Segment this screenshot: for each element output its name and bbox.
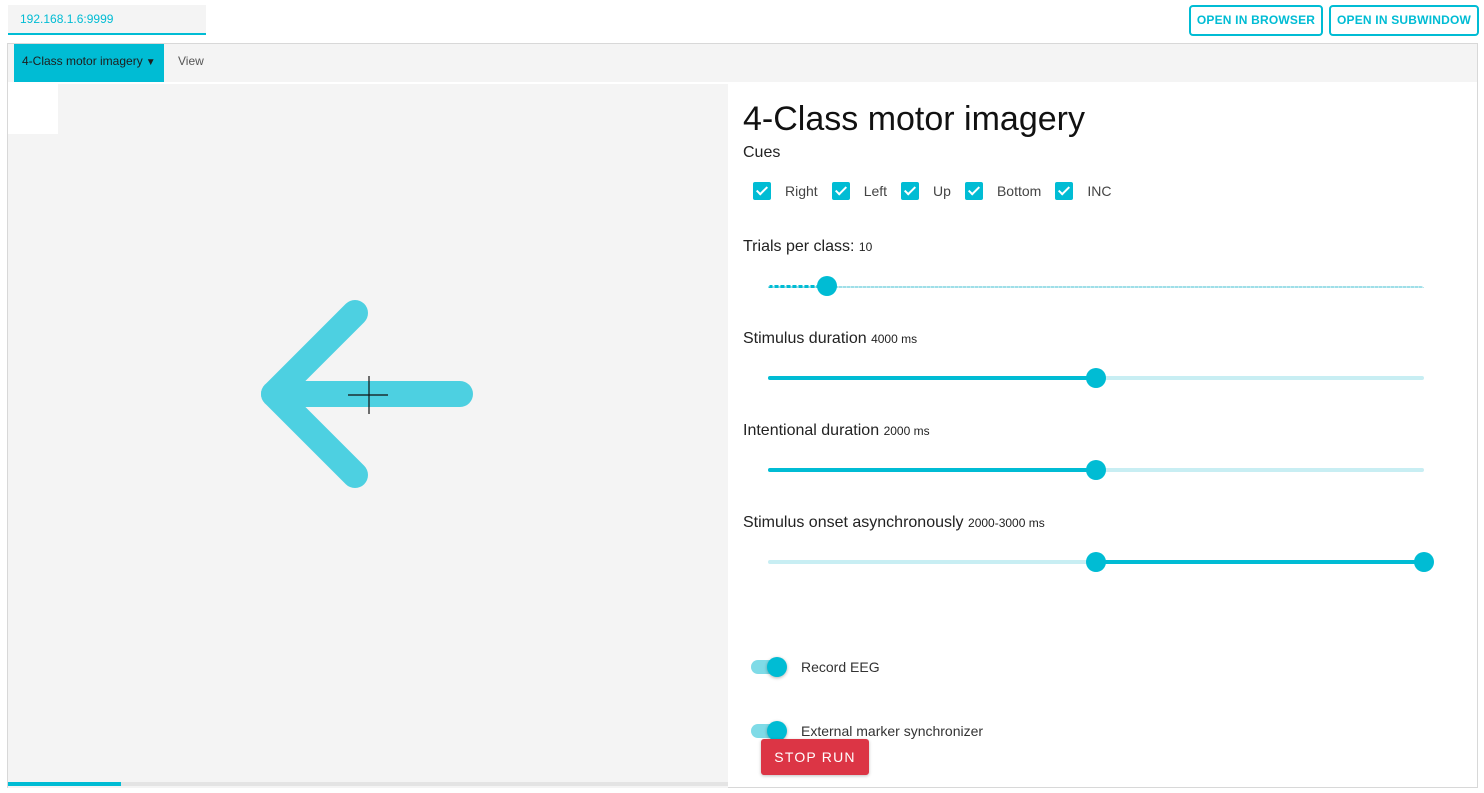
trials-per-class-label: Trials per class: 10 <box>743 238 872 256</box>
stimulus-onset-label-text: Stimulus onset asynchronously <box>743 514 964 531</box>
slider-fill <box>768 376 1096 380</box>
record-eeg-toggle[interactable]: Record EEG <box>751 655 880 679</box>
trials-label-text: Trials per class: <box>743 238 855 255</box>
cue-label-bottom: Bottom <box>996 183 1042 199</box>
tab-bar: 4-Class motor imagery ▼ View <box>8 44 1477 82</box>
slider-thumb[interactable] <box>1086 368 1106 388</box>
range-thumb-high[interactable] <box>1414 552 1434 572</box>
stimulus-onset-range-slider[interactable] <box>768 552 1434 572</box>
stimulus-onset-value: 2000-3000 ms <box>968 516 1045 530</box>
record-eeg-label: Record EEG <box>801 659 880 675</box>
stimulus-duration-slider[interactable] <box>768 368 1424 388</box>
cue-label-left: Left <box>863 183 888 199</box>
caret-down-icon: ▼ <box>145 57 156 68</box>
record-eeg-switch[interactable] <box>751 655 787 679</box>
app-frame: 4-Class motor imagery ▼ View 4-Class moto… <box>7 43 1478 788</box>
cue-label-inc: INC <box>1087 183 1112 199</box>
intentional-duration-label: Intentional duration 2000 ms <box>743 422 930 440</box>
url-input[interactable]: 192.168.1.6:9999 <box>8 5 206 35</box>
slider-track <box>768 286 1424 288</box>
slider-fill <box>768 468 1096 472</box>
tab-view[interactable]: View <box>178 44 204 78</box>
stimulus-duration-value: 4000 ms <box>871 332 918 346</box>
stimulus-duration-label-text: Stimulus duration <box>743 330 867 347</box>
cue-up[interactable]: Up <box>901 182 951 200</box>
range-thumb-low[interactable] <box>1086 552 1106 572</box>
cue-label-up: Up <box>933 183 951 199</box>
settings-panel: 4-Class motor imagery Cues Right Left Up… <box>743 84 1473 784</box>
run-progress-bar <box>8 782 728 786</box>
stimulus-stage <box>8 84 728 788</box>
intentional-duration-slider[interactable] <box>768 460 1424 480</box>
checkbox-right[interactable] <box>753 182 771 200</box>
cue-label-right: Right <box>785 183 818 199</box>
cue-bottom[interactable]: Bottom <box>964 182 1042 200</box>
tab-label: 4-Class motor imagery <box>22 54 143 68</box>
trials-value: 10 <box>858 240 873 254</box>
checkbox-inc[interactable] <box>1055 182 1074 200</box>
run-progress-fill <box>8 782 122 786</box>
cue-inc[interactable]: INC <box>1055 182 1111 200</box>
intentional-duration-value: 2000 ms <box>883 424 930 438</box>
slider-fill <box>1096 560 1424 564</box>
switch-thumb <box>767 657 787 677</box>
cue-right[interactable]: Right <box>753 182 818 200</box>
stop-run-button[interactable]: STOP RUN <box>761 739 869 775</box>
cue-left[interactable]: Left <box>831 182 888 200</box>
cues-label: Cues <box>743 144 781 161</box>
open-in-subwindow-button[interactable]: OPEN IN SUBWINDOW <box>1329 5 1479 36</box>
open-in-browser-button[interactable]: OPEN IN BROWSER <box>1189 5 1323 36</box>
switch-thumb <box>767 721 787 741</box>
external-marker-label: External marker synchronizer <box>801 723 984 739</box>
stimulus-onset-label: Stimulus onset asynchronously 2000-3000 … <box>743 514 1045 532</box>
checkbox-left[interactable] <box>831 182 850 200</box>
page-title: 4-Class motor imagery <box>743 100 1085 138</box>
slider-thumb[interactable] <box>1086 460 1106 480</box>
cues-checkbox-group: Right Left Up Bottom INC <box>753 180 1125 202</box>
tab-motor-imagery-dropdown[interactable]: 4-Class motor imagery ▼ <box>14 44 164 82</box>
stimulus-duration-label: Stimulus duration 4000 ms <box>743 330 917 348</box>
intentional-duration-label-text: Intentional duration <box>743 422 880 439</box>
stimulus-canvas <box>261 300 473 488</box>
checkbox-bottom[interactable] <box>964 182 983 200</box>
top-bar: 192.168.1.6:9999 OPEN IN BROWSER OPEN IN… <box>0 0 1484 42</box>
arrow-left-icon <box>261 300 473 488</box>
checkbox-up[interactable] <box>901 182 920 200</box>
slider-thumb[interactable] <box>817 276 838 296</box>
trials-per-class-slider[interactable] <box>768 276 1424 296</box>
